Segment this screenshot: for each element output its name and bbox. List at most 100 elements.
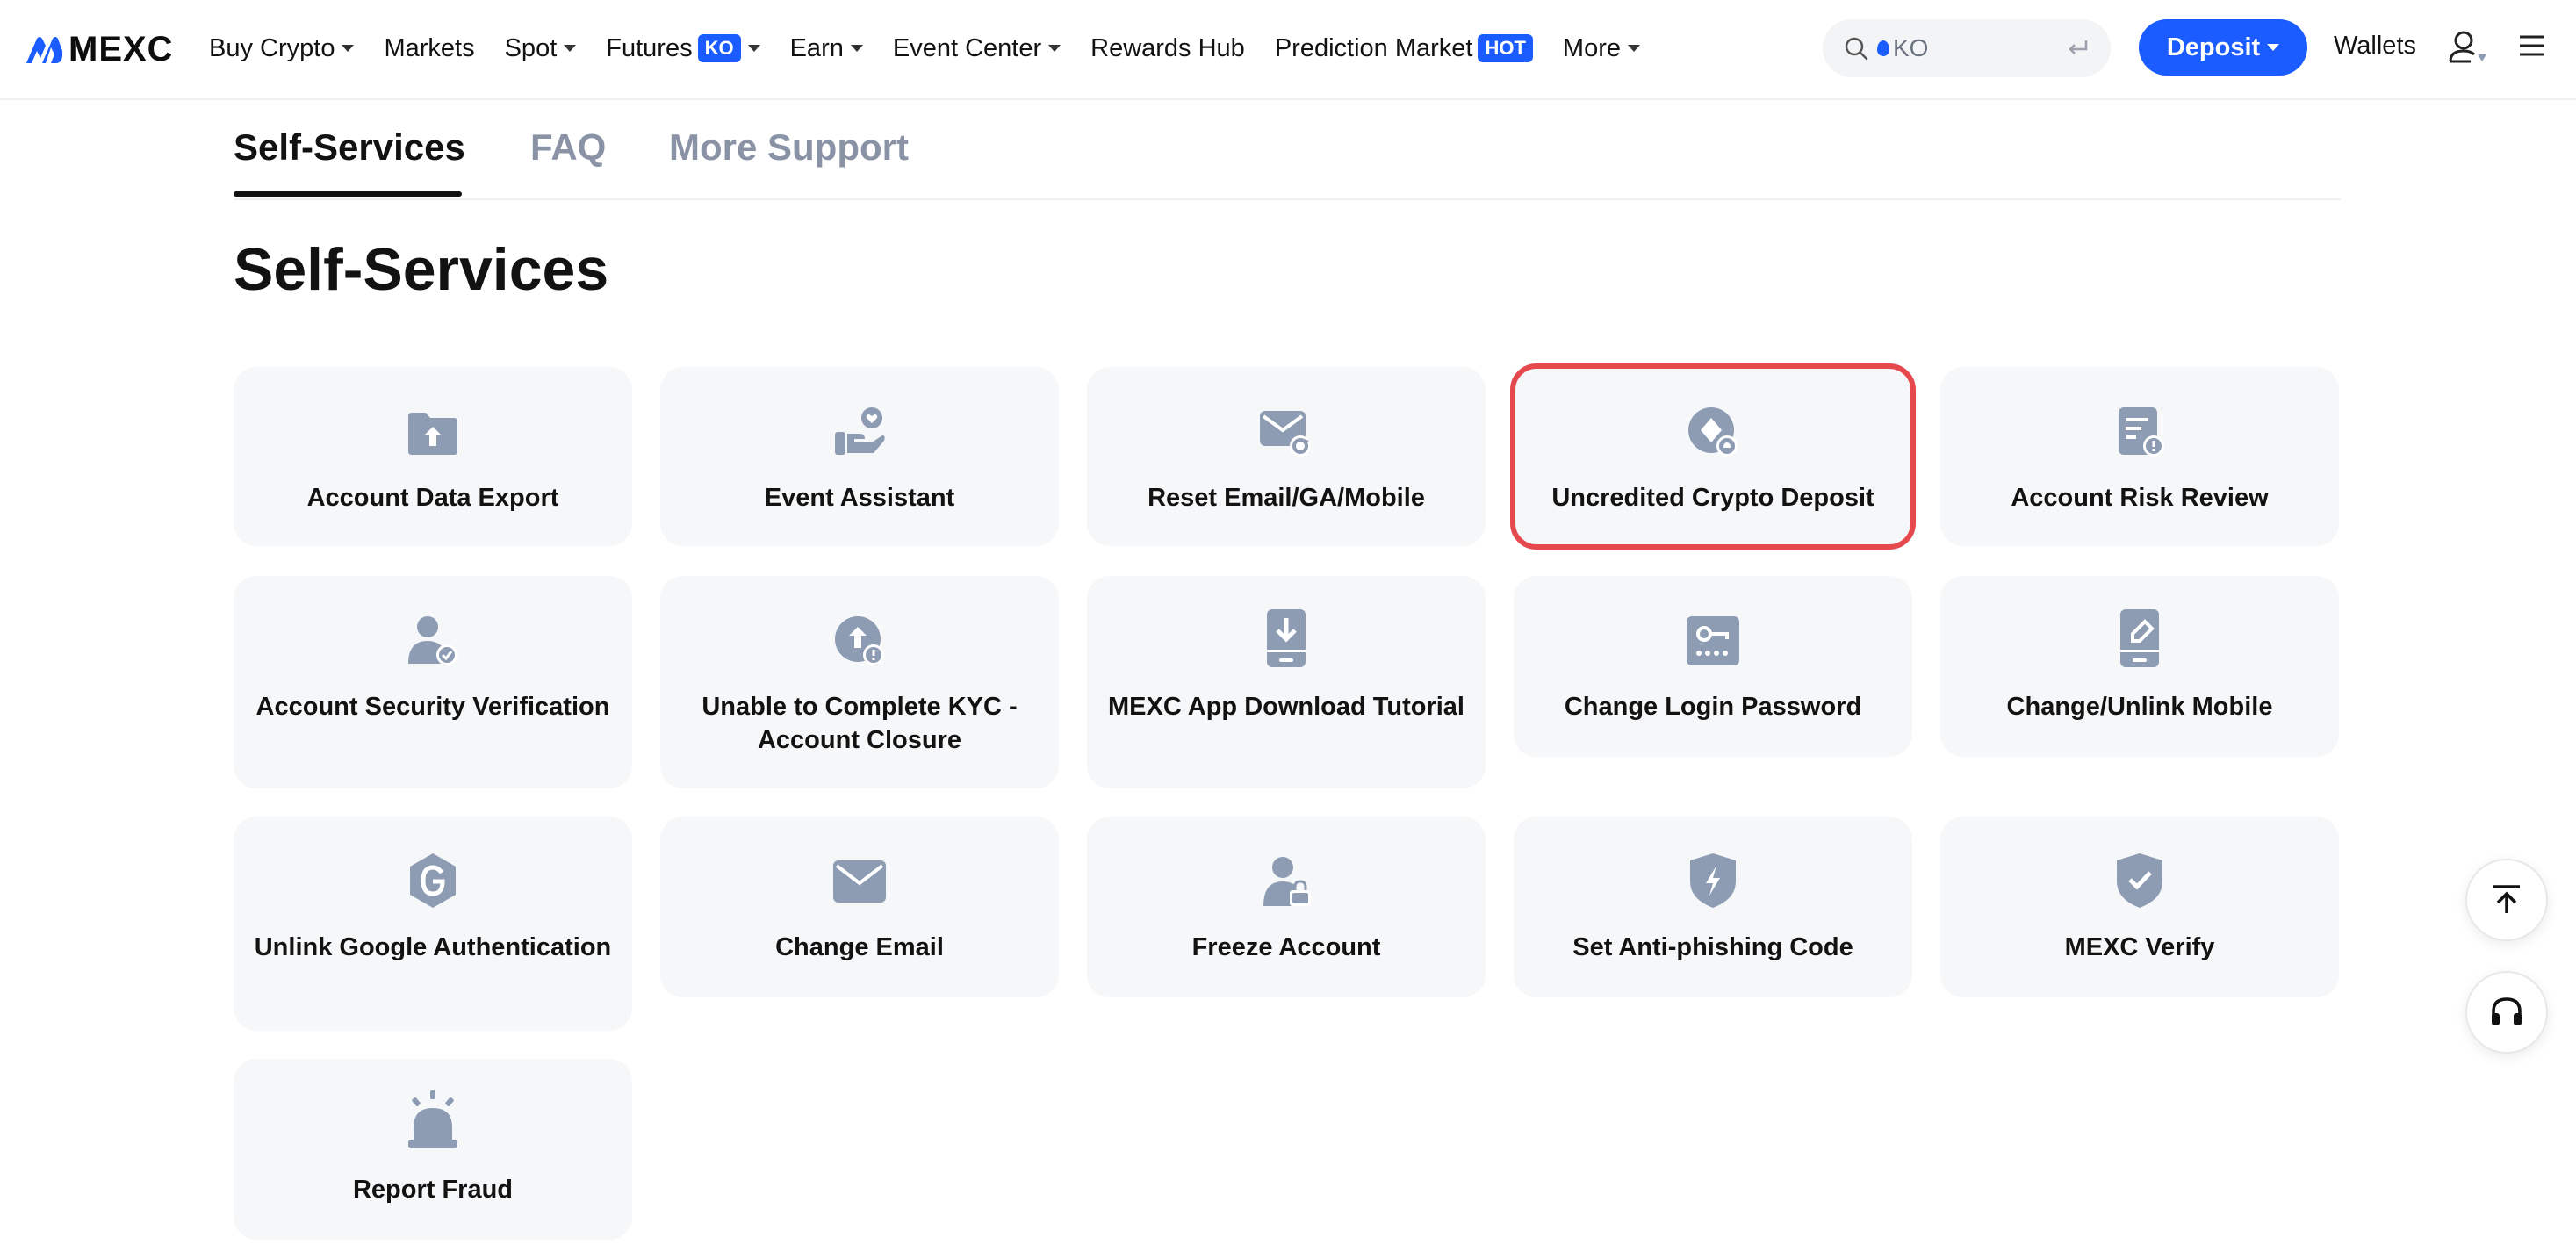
upload-alert-icon (835, 616, 884, 665)
card-unable-to-complete-kyc[interactable]: Unable to Complete KYC - Account Closure (660, 576, 1059, 788)
card-event-assistant[interactable]: Event Assistant (660, 367, 1059, 546)
logo-text: MEXC (68, 30, 174, 68)
nav-label: Earn (789, 33, 844, 62)
card-label: Freeze Account (1191, 933, 1381, 961)
nav-label: Buy Crypto (209, 33, 335, 62)
nav-label: Prediction Market (1274, 33, 1473, 62)
user-account-icon[interactable] (2448, 30, 2488, 65)
card-label: Change Email (775, 933, 944, 961)
crypto-deposit-icon (1688, 407, 1738, 457)
card-label: Unable to Complete KYC - Account Closure (702, 693, 1018, 754)
mail-reset-icon (1260, 411, 1311, 457)
nav-markets[interactable]: Markets (384, 34, 474, 63)
shield-check-icon (2117, 853, 2162, 908)
card-mexc-verify[interactable]: MEXC Verify (1940, 817, 2339, 997)
card-set-anti-phishing-code[interactable]: Set Anti-phishing Code (1514, 817, 1912, 997)
card-label: Reset Email/GA/Mobile (1148, 484, 1425, 512)
tab-self-services[interactable]: Self-Services (234, 126, 465, 169)
nav-label: Futures (606, 33, 693, 62)
futures-badge: KO (697, 34, 741, 62)
nav-more[interactable]: More (1563, 34, 1640, 63)
google-shield-icon (410, 853, 456, 908)
card-label: Set Anti-phishing Code (1572, 933, 1853, 961)
card-account-risk-review[interactable]: Account Risk Review (1940, 367, 2339, 546)
card-mexc-app-download-tutorial[interactable]: MEXC App Download Tutorial (1087, 576, 1486, 788)
nav-label: More (1562, 33, 1621, 62)
mexc-logo-icon (26, 36, 63, 63)
deposit-button[interactable]: Deposit (2139, 19, 2307, 76)
main-nav: Buy Crypto Markets Spot Futures KO Earn E… (209, 0, 1670, 97)
card-account-data-export[interactable]: Account Data Export (234, 367, 632, 546)
customer-support-button[interactable] (2465, 971, 2548, 1054)
card-label: Change Login Password (1564, 693, 1862, 721)
card-label: Change/Unlink Mobile (2006, 693, 2273, 721)
folder-upload-icon (408, 413, 457, 455)
phone-edit-icon (2120, 609, 2159, 667)
nav-buy-crypto[interactable]: Buy Crypto (209, 33, 355, 63)
deposit-label: Deposit (2166, 32, 2261, 61)
chevron-down-icon (2267, 44, 2280, 51)
user-lock-icon (1263, 857, 1311, 906)
card-change-login-password[interactable]: Change Login Password (1514, 576, 1912, 757)
search-icon (1845, 37, 1868, 61)
chevron-down-icon (342, 45, 355, 52)
card-label: Unlink Google Authentication (254, 933, 612, 961)
card-label: Account Data Export (306, 484, 559, 512)
nav-prediction-market[interactable]: Prediction Market HOT (1275, 34, 1533, 63)
search-value: KO (1877, 34, 2067, 62)
card-change-unlink-mobile[interactable]: Change/Unlink Mobile (1940, 576, 2339, 757)
arrow-up-to-top-icon (2493, 885, 2520, 913)
enter-key-icon (2069, 40, 2088, 54)
search-input[interactable]: KO (1823, 19, 2111, 77)
nav-earn[interactable]: Earn (790, 34, 863, 63)
chevron-down-icon (1628, 45, 1640, 52)
nav-futures[interactable]: Futures KO (606, 33, 760, 63)
card-change-email[interactable]: Change Email (660, 817, 1059, 997)
wallets-link[interactable]: Wallets (2334, 32, 2416, 61)
card-account-security-verification[interactable]: Account Security Verification (234, 576, 632, 788)
page-title: Self-Services (234, 236, 609, 303)
card-freeze-account[interactable]: Freeze Account (1087, 817, 1486, 997)
chevron-down-icon (850, 45, 863, 52)
nav-spot[interactable]: Spot (505, 34, 577, 63)
chevron-down-icon (564, 45, 577, 52)
card-label: Account Risk Review (2011, 484, 2269, 512)
card-uncredited-crypto-deposit[interactable]: Uncredited Crypto Deposit (1510, 363, 1916, 550)
document-alert-icon (2119, 407, 2164, 457)
phone-download-icon (1267, 609, 1306, 667)
card-label: Uncredited Crypto Deposit (1551, 484, 1874, 512)
card-label: MEXC Verify (2064, 933, 2215, 961)
chevron-down-icon (747, 45, 760, 52)
support-tabs: Self-Services FAQ More Support (234, 100, 2341, 200)
shield-bolt-icon (1690, 853, 1736, 908)
nav-event-center[interactable]: Event Center (893, 34, 1061, 63)
hand-heart-icon (835, 407, 885, 455)
nav-label: Event Center (892, 33, 1042, 62)
hot-badge: HOT (1478, 34, 1533, 62)
search-value-text: KO (1893, 34, 1929, 61)
back-to-top-button[interactable] (2465, 859, 2548, 941)
card-label: MEXC App Download Tutorial (1108, 693, 1464, 721)
siren-icon (408, 1090, 457, 1148)
nav-rewards-hub[interactable]: Rewards Hub (1090, 34, 1245, 63)
user-check-icon (408, 616, 457, 665)
headset-icon (2492, 997, 2522, 1025)
card-label: Event Assistant (764, 484, 955, 512)
nav-label: Markets (384, 33, 475, 62)
card-reset-email-ga-mobile[interactable]: Reset Email/GA/Mobile (1087, 367, 1486, 546)
chevron-down-icon (1048, 45, 1061, 52)
token-drop-icon (1877, 40, 1889, 56)
card-label: Report Fraud (352, 1176, 514, 1204)
mexc-logo[interactable]: MEXC (25, 30, 174, 69)
top-nav-bar: MEXC Buy Crypto Markets Spot Futures KO E… (0, 0, 2576, 100)
nav-label: Rewards Hub (1090, 33, 1245, 62)
card-unlink-google-authentication[interactable]: Unlink Google Authentication (234, 817, 632, 1031)
card-report-fraud[interactable]: Report Fraud (234, 1059, 632, 1240)
envelope-icon (833, 860, 886, 903)
card-label: Account Security Verification (255, 693, 610, 721)
tab-more-support[interactable]: More Support (669, 126, 909, 169)
nav-label: Spot (504, 33, 558, 62)
hamburger-menu-icon[interactable] (2518, 33, 2546, 58)
tab-faq[interactable]: FAQ (530, 126, 606, 169)
active-tab-indicator (234, 191, 462, 197)
